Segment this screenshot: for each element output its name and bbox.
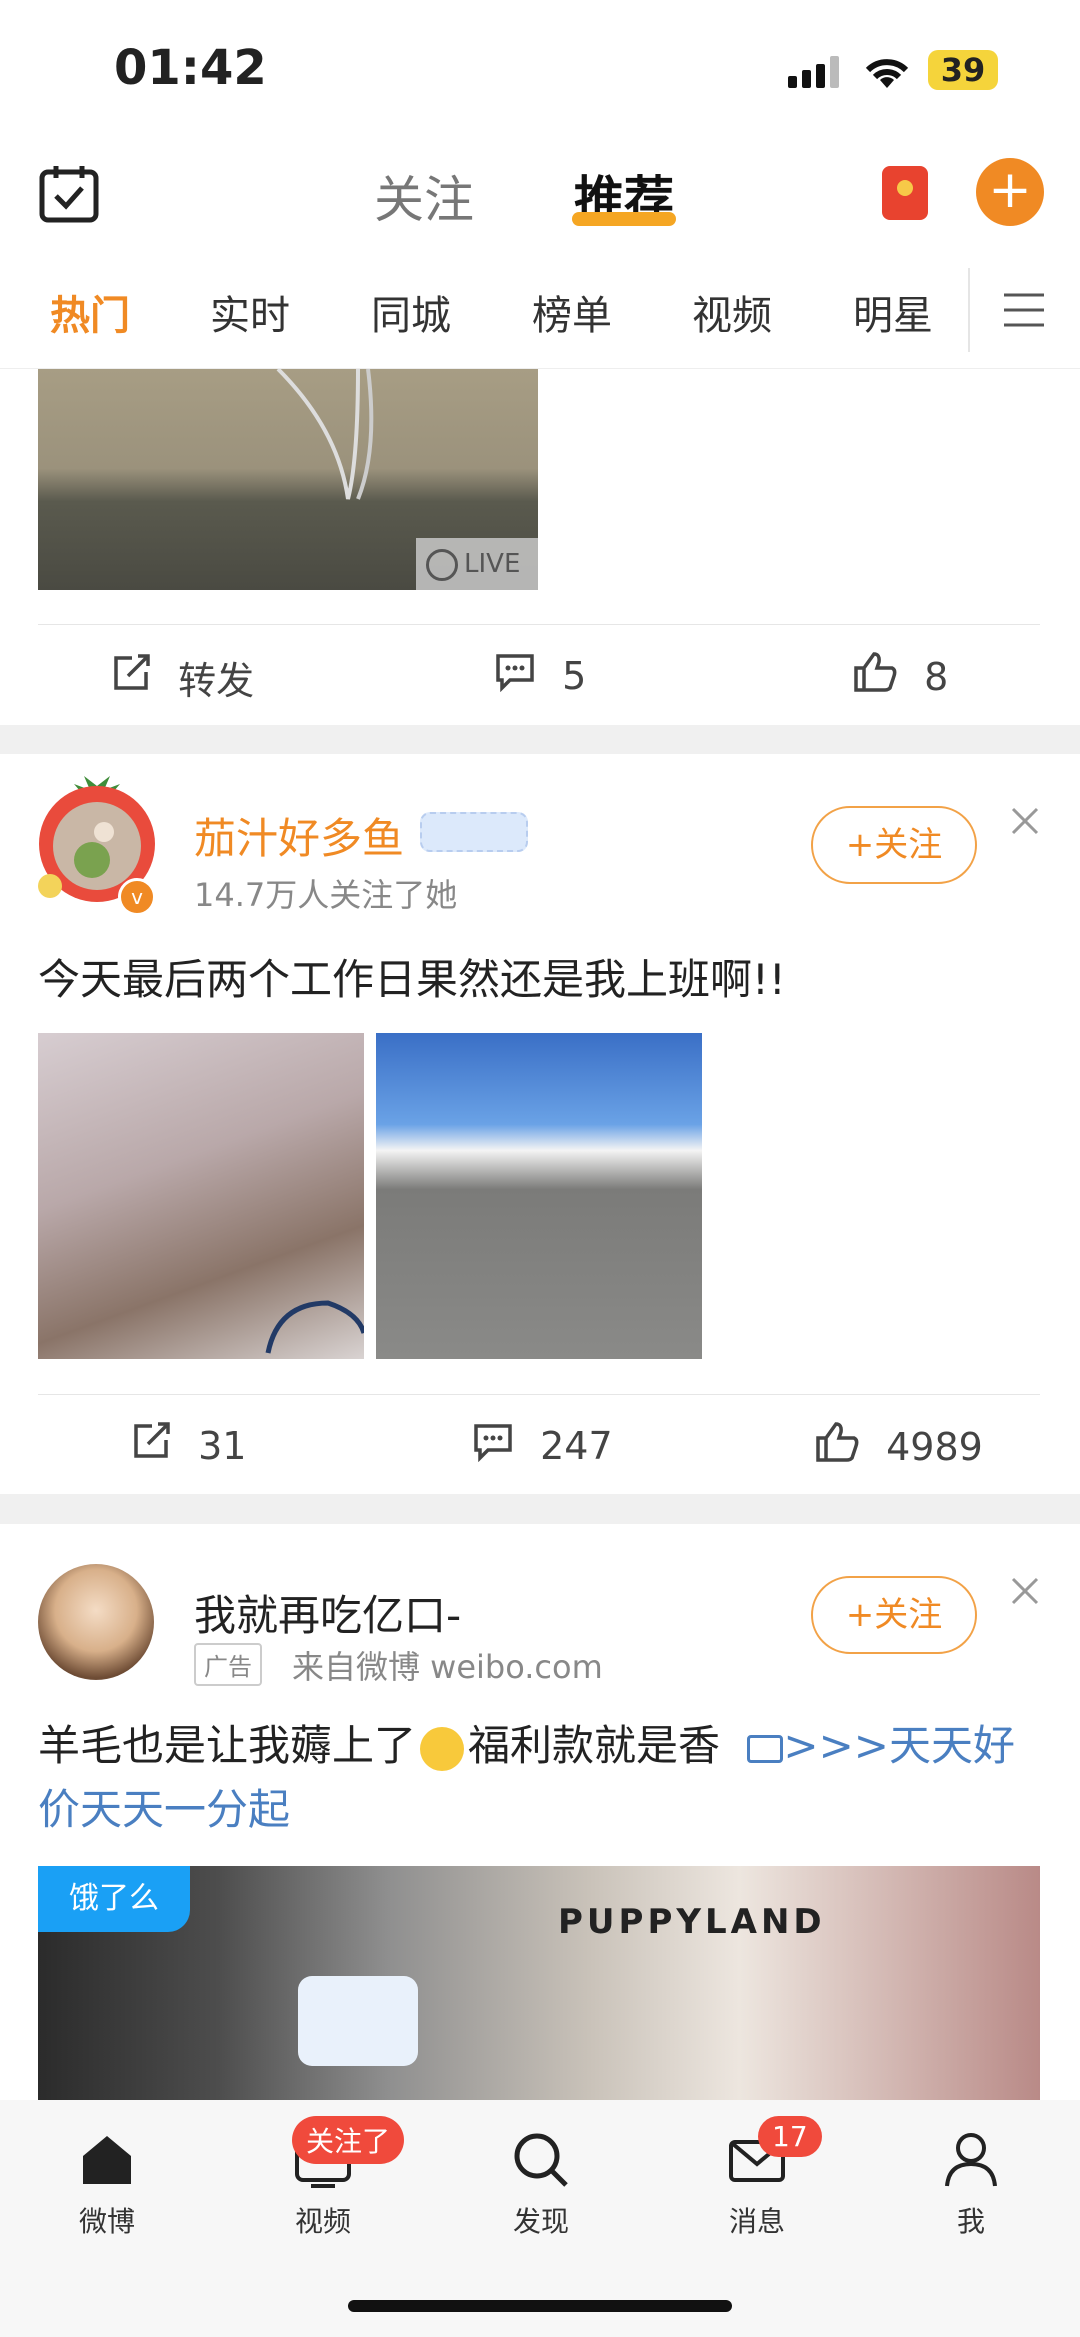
live-label: LIVE [464, 549, 521, 579]
post2-username[interactable]: 茄汁好多鱼 [194, 805, 404, 866]
post3-text-part2: 福利款就是香 [468, 1721, 721, 1770]
ad-tag: 广告 [194, 1643, 262, 1686]
post3-avatar[interactable] [38, 1564, 154, 1680]
verified-badge-icon: v [118, 878, 156, 916]
post1-image[interactable]: LIVE [38, 369, 538, 590]
post1-like-button[interactable]: 8 [852, 650, 948, 703]
battery-level: 39 [940, 51, 986, 89]
post1-divider [38, 624, 1040, 625]
post3-ad-image[interactable]: 饿了么 PUPPYLAND [38, 1866, 1040, 2100]
tab-active-indicator [572, 212, 676, 226]
post2-like-button[interactable]: 4989 [814, 1420, 983, 1473]
comment-icon [472, 1420, 514, 1471]
avatar[interactable]: v [34, 776, 160, 916]
tab-follow[interactable]: 关注 [374, 160, 474, 232]
post2-divider [38, 1394, 1040, 1395]
post3-close-icon[interactable] [1010, 1576, 1040, 1610]
nav-me[interactable]: 我 [911, 2130, 1031, 2240]
post2-image-2[interactable] [376, 1033, 702, 1359]
comment-count: 5 [562, 653, 587, 698]
nav-video-label: 视频 [294, 2205, 351, 2238]
repost-label: 转发 [178, 659, 255, 703]
like-count: 4989 [886, 1424, 983, 1469]
post3-source: 来自微博 weibo.com [292, 1648, 603, 1686]
status-time: 01:42 [114, 40, 267, 96]
post2-text: 今天最后两个工作日果然还是我上班啊!! [38, 955, 786, 1004]
post2-follower-meta: 14.7万人关注了她 [194, 876, 458, 914]
video-link-icon [747, 1734, 784, 1763]
messages-badge: 17 [758, 2116, 822, 2157]
wifi-icon [862, 52, 912, 94]
comment-icon [494, 650, 536, 701]
post3-text: 羊毛也是让我薅上了 福利款就是香 >>>天天好价天天一分起 [38, 1714, 1038, 1842]
channel-divider [968, 268, 970, 352]
post1-comment-button[interactable]: 5 [494, 650, 586, 701]
nav-home[interactable]: 微博 [47, 2130, 167, 2240]
search-icon [514, 2133, 568, 2187]
repost-icon [130, 1420, 172, 1471]
repost-count: 31 [198, 1423, 247, 1468]
member-badge-icon [420, 812, 528, 852]
channel-ranking[interactable]: 榜单 [532, 283, 612, 341]
ad-brand-logo: 饿了么 [38, 1866, 190, 1932]
nav-home-label: 微博 [78, 2205, 135, 2238]
heart-eyes-emoji-icon [420, 1726, 465, 1771]
like-icon [814, 1420, 860, 1473]
cellular-icon [788, 56, 844, 92]
post3-username[interactable]: 我就再吃亿口- [194, 1582, 461, 1643]
post2-close-icon[interactable] [1010, 806, 1040, 840]
channel-hot[interactable]: 热门 [50, 283, 130, 341]
compose-plus-icon[interactable]: + [976, 158, 1044, 226]
post2-follow-button[interactable]: +关注 [811, 806, 977, 884]
channel-local[interactable]: 同城 [371, 283, 451, 341]
home-icon [83, 2136, 131, 2184]
post2-comment-button[interactable]: 247 [472, 1420, 613, 1471]
video-badge: 关注了 [292, 2116, 405, 2164]
live-icon [426, 548, 458, 581]
post3-text-part1: 羊毛也是让我薅上了 [38, 1721, 417, 1770]
repost-icon [110, 652, 152, 703]
post1-repost-button[interactable]: 转发 [110, 650, 254, 705]
comment-count: 247 [540, 1423, 613, 1468]
nav-discover-label: 发现 [512, 2205, 569, 2238]
person-icon [945, 2133, 997, 2187]
post2-image-1[interactable] [38, 1033, 364, 1359]
like-icon [852, 650, 898, 703]
channel-video[interactable]: 视频 [692, 283, 772, 341]
like-count: 8 [924, 654, 949, 699]
ad-bag-text: PUPPYLAND [558, 1902, 826, 1942]
nav-messages-label: 消息 [728, 2205, 785, 2238]
post2-repost-button[interactable]: 31 [130, 1420, 246, 1471]
channel-realtime[interactable]: 实时 [210, 283, 290, 341]
live-badge: LIVE [416, 538, 538, 590]
battery-icon: 39 [928, 50, 998, 90]
red-envelope-icon[interactable] [882, 166, 928, 220]
nav-discover[interactable]: 发现 [481, 2130, 601, 2240]
nav-me-label: 我 [956, 2205, 985, 2238]
post3-follow-button[interactable]: +关注 [811, 1576, 977, 1654]
menu-icon[interactable] [1004, 292, 1044, 332]
calendar-icon[interactable] [38, 162, 100, 228]
home-indicator [348, 2300, 732, 2312]
ad-wipes-pack [298, 1976, 418, 2066]
channel-star[interactable]: 明星 [853, 283, 933, 341]
